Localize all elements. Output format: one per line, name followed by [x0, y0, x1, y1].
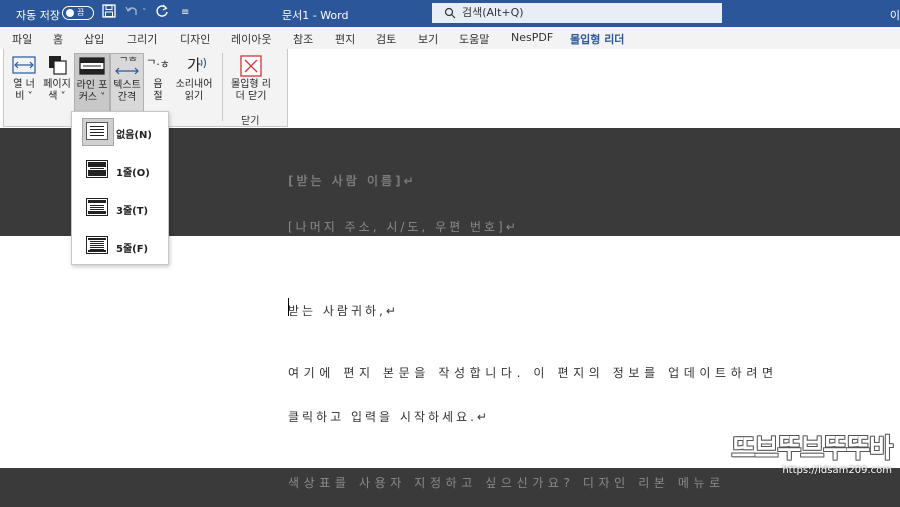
undo-icon[interactable]	[125, 4, 139, 22]
watermark-logo: 뜨브뚜브뚜뚜바	[731, 434, 893, 464]
close-group-label: 닫기	[241, 116, 260, 127]
column-width-icon	[8, 55, 40, 75]
page-color-icon	[40, 55, 74, 75]
watermark-url: https://ldsam209.com	[782, 465, 892, 476]
column-width-label-2: 비 ˅	[15, 91, 33, 102]
search-box[interactable]: 검색(Alt+Q)	[432, 3, 722, 23]
autosave-label: 자동 저장	[16, 9, 60, 22]
group-separator	[222, 53, 223, 121]
customize-toolbar-icon[interactable]: ≡	[181, 7, 189, 18]
syllables-icon: ᄀ·ㅎ	[146, 58, 170, 71]
line-focus-label-2: 커스 ˅	[78, 92, 106, 103]
account-name-fragment[interactable]: 이	[890, 7, 900, 23]
menu-item-one-line-label: 1줄(O)	[116, 168, 150, 179]
tab-draw[interactable]: 그리기	[127, 31, 157, 47]
menu-item-five-lines[interactable]: 5줄(F)	[82, 230, 166, 262]
body-line-3[interactable]: 색상표를 사용자 지정하고 싶으신가요? 디자인 리본 메뉴로	[288, 474, 725, 491]
line-focus-none-icon	[86, 122, 108, 140]
line-focus-three-icon	[86, 198, 108, 216]
text-spacing-label-1: 텍스트	[113, 80, 141, 91]
tab-review[interactable]: 검토	[376, 31, 396, 47]
tab-nespdf[interactable]: NesPDF	[511, 31, 553, 44]
line-focus-five-icon	[86, 236, 108, 254]
line-focus-menu: 없음(N) 1줄(O) 3줄(T) 5줄(F)	[71, 111, 169, 265]
menu-item-three-lines[interactable]: 3줄(T)	[82, 192, 166, 224]
line-focus-button[interactable]: 라인 포 커스 ˅	[74, 53, 110, 113]
syllables-button[interactable]: ᄀ·ㅎ 음 절	[144, 55, 172, 103]
address-placeholder[interactable]: [나머지 주소, 시/도, 우편 번호]↵	[288, 218, 519, 235]
page-color-button[interactable]: 페이지 색 ˅	[40, 55, 74, 103]
svg-text:ᄀᄒ: ᄀᄒ	[119, 56, 137, 68]
tab-file[interactable]: 파일	[12, 31, 32, 47]
menu-item-five-lines-label: 5줄(F)	[116, 244, 149, 255]
tab-view[interactable]: 보기	[418, 31, 438, 47]
read-aloud-button[interactable]: 가 소리내어 읽기	[172, 55, 216, 103]
column-width-label-1: 열 너	[13, 79, 35, 90]
line-focus-one-icon	[86, 160, 108, 178]
autosave-toggle[interactable]: 끔	[62, 6, 94, 20]
close-icon	[226, 55, 276, 77]
watermark: 뜨브뚜브뚜뚜바 https://ldsam209.com	[731, 428, 893, 476]
search-placeholder: 검색(Alt+Q)	[462, 6, 524, 19]
column-width-button[interactable]: 열 너 비 ˅	[8, 55, 40, 103]
tab-references[interactable]: 참조	[293, 31, 313, 47]
search-icon	[444, 3, 456, 25]
title-bar: 자동 저장 끔 ˅ ≡ 문서1 - Word 검색(Alt+Q) 이	[0, 0, 900, 27]
salutation-line[interactable]: 받는 사람귀하,↵	[288, 302, 399, 319]
line-focus-icon	[75, 56, 109, 76]
tab-insert[interactable]: 삽입	[84, 31, 104, 47]
menu-item-none[interactable]: 없음(N)	[82, 116, 166, 148]
close-label-2: 더 닫기	[235, 91, 267, 102]
text-spacing-label-2: 간격	[117, 92, 137, 103]
close-label-1: 몰입형 리	[231, 79, 271, 90]
syllables-label-2: 절	[153, 91, 163, 102]
page-color-label-1: 페이지	[43, 79, 71, 90]
recipient-name-placeholder[interactable]: [받는 사람 이름]↵	[288, 172, 417, 189]
tab-help[interactable]: 도움말	[459, 31, 489, 47]
ribbon-tabs: 파일 홈 삽입 그리기 디자인 레이아웃 참조 편지 검토 보기 도움말 Nes…	[0, 27, 900, 52]
read-aloud-icon: 가	[179, 55, 209, 75]
menu-item-none-label: 없음(N)	[116, 130, 152, 141]
read-aloud-label-2: 읽기	[184, 91, 204, 102]
text-spacing-icon: ᄀᄒ	[111, 56, 143, 76]
menu-item-one-line[interactable]: 1줄(O)	[82, 154, 166, 186]
tab-immersive-reader[interactable]: 몰입형 리더	[570, 31, 625, 52]
save-icon[interactable]	[102, 4, 116, 22]
body-line-1[interactable]: 여기에 편지 본문을 작성합니다. 이 편지의 정보를 업데이트하려면	[288, 364, 778, 381]
toggle-state-label: 끔	[77, 8, 85, 17]
body-line-2[interactable]: 클릭하고 입력을 시작하세요.↵	[288, 408, 490, 425]
read-aloud-label-1: 소리내어	[175, 79, 213, 90]
undo-dropdown-icon[interactable]: ˅	[142, 8, 147, 18]
tab-design[interactable]: 디자인	[180, 31, 210, 47]
toggle-knob	[66, 9, 74, 17]
text-spacing-button[interactable]: ᄀᄒ 텍스트 간격	[110, 53, 144, 113]
syllables-label-1: 음	[153, 79, 163, 90]
line-focus-label-1: 라인 포	[76, 80, 108, 91]
close-immersive-reader-button[interactable]: 몰입형 리 더 닫기	[226, 55, 276, 103]
redo-icon[interactable]	[155, 4, 169, 22]
tab-home[interactable]: 홈	[53, 31, 63, 47]
tab-layout[interactable]: 레이아웃	[231, 31, 271, 47]
document-title: 문서1 - Word	[282, 9, 349, 22]
tab-mailings[interactable]: 편지	[335, 31, 355, 47]
menu-item-three-lines-label: 3줄(T)	[116, 206, 149, 217]
page-color-label-2: 색 ˅	[48, 91, 66, 102]
